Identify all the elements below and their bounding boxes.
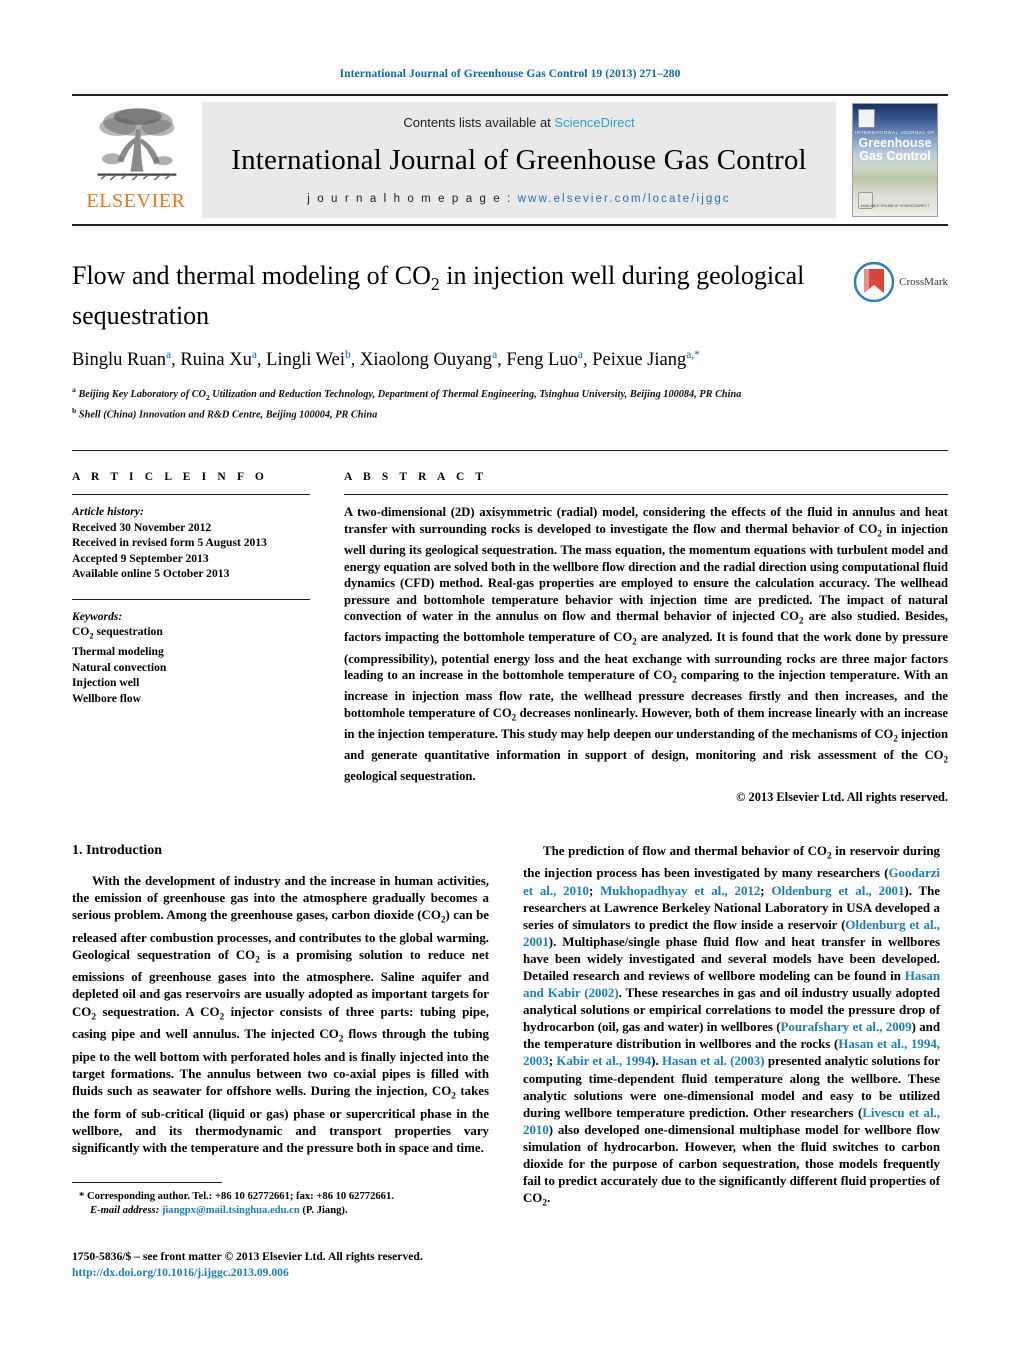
publisher-block: ELSEVIER [72,96,200,224]
article-page: International Journal of Greenhouse Gas … [0,0,1020,1351]
intro-paragraph-right: The prediction of flow and thermal behav… [523,843,941,1209]
keyword-item: Natural convection [72,660,167,674]
cover-kicker: INTERNATIONAL JOURNAL OF [855,130,935,135]
author-list: Binglu Ruana, Ruina Xua, Lingli Weib, Xi… [72,349,700,371]
keyword-item: Thermal modeling [72,645,164,659]
homepage-url-link[interactable]: www.elsevier.com/locate/ijggc [518,193,731,205]
intro-paragraph-left: With the development of industry and the… [72,873,490,1155]
elsevier-wordmark: ELSEVIER [86,190,186,212]
affiliation-a-text: Beijing Key Laboratory of CO2 Utilizatio… [78,388,742,402]
abstract-label: A B S T R A C T [344,471,488,484]
affiliations: a Beijing Key Laboratory of CO2 Utilizat… [72,383,948,422]
crossmark-icon [854,262,895,302]
affiliation-b: b Shell (China) Innovation and R&D Centr… [72,406,378,421]
journal-cover-block: INTERNATIONAL JOURNAL OF Greenhouse Gas … [842,96,948,224]
doi-link[interactable]: http://dx.doi.org/10.1016/j.ijggc.2013.0… [72,1265,532,1281]
email-suffix: (P. Jiang). [299,1204,348,1216]
crossmark-label: CrossMark [899,276,948,288]
issn-line: 1750-5836/$ – see front matter © 2013 El… [72,1250,423,1263]
homepage-prefix: j o u r n a l h o m e p a g e : [307,193,518,205]
title-subscript: 2 [430,274,440,295]
affiliation-a: a Beijing Key Laboratory of CO2 Utilizat… [72,385,742,402]
divider [72,598,310,600]
affiliation-b-text: Shell (China) Innovation and R&D Centre,… [78,409,378,421]
title-area: Flow and thermal modeling of CO2 in inje… [72,260,948,422]
issn-copyright-block: 1750-5836/$ – see front matter © 2013 El… [72,1249,532,1280]
crossmark-badge[interactable]: CrossMark [854,262,948,302]
citation-link[interactable]: Mukhopadhyay et al., 2012 [600,884,760,898]
history-item: Received in revised form 5 August 2013 [72,536,267,550]
citation-link[interactable]: Pourafshary et al., 2009 [781,1020,912,1034]
citation-link[interactable]: Oldenburg et al., 2001 [771,884,904,898]
journal-title: International Journal of Greenhouse Gas … [231,144,807,176]
email-link[interactable]: jiangpx@mail.tsinghua.edu.cn [162,1205,300,1216]
keywords-header: Keywords: [72,609,123,623]
keyword-item: Wellbore flow [72,691,142,705]
cover-badge-icon [858,109,875,128]
footnote-divider [72,1182,222,1183]
journal-masthead: ELSEVIER Contents lists available at Sci… [72,94,948,226]
section-heading-introduction: 1. Introduction [72,842,162,858]
journal-cover-thumbnail: INTERNATIONAL JOURNAL OF Greenhouse Gas … [852,103,938,217]
info-abstract-row: A R T I C L E I N F O Article history: R… [72,450,948,805]
cover-title-line2: Gas Control [859,149,931,163]
running-head: International Journal of Greenhouse Gas … [339,68,681,80]
keywords-block: Keywords: CO2 sequestration Thermal mode… [72,609,310,706]
cover-footer: AVAILABLE ONLINE AT SCIENCEDIRECT [860,204,930,208]
keyword-item: CO2 sequestration [72,625,163,641]
citation-link[interactable]: Hasan et al. (2003) [662,1054,765,1068]
contents-prefix: Contents lists available at [403,115,555,130]
citation-link[interactable]: Livescu et al., 2010 [523,1106,940,1137]
abstract-text: A two-dimensional (2D) axisymmetric (rad… [344,505,949,784]
article-info-label: A R T I C L E I N F O [72,471,268,484]
footnote-block: * Corresponding author. Tel.: +86 10 627… [72,1182,489,1217]
history-item: Available online 5 October 2013 [72,567,230,581]
journal-homepage-line: j o u r n a l h o m e p a g e : www.else… [307,193,730,205]
copyright-line: © 2013 Elsevier Ltd. All rights reserved… [736,789,948,804]
elsevier-tree-logo [97,108,177,181]
citation-link[interactable]: Kabir et al., 1994 [556,1054,651,1068]
email-note: E-mail address: jiangpx@mail.tsinghua.ed… [72,1204,489,1218]
cover-title: Greenhouse Gas Control [853,137,937,163]
contents-available-line: Contents lists available at ScienceDirec… [403,115,634,130]
history-item: Accepted 9 September 2013 [72,551,209,565]
masthead-center: Contents lists available at ScienceDirec… [202,102,836,218]
abstract-column: A B S T R A C T A two-dimensional (2D) a… [344,471,948,805]
keyword-item: Injection well [72,676,140,690]
history-item: Received 30 November 2012 [72,520,212,534]
corresponding-author-note: * Corresponding author. Tel.: +86 10 627… [79,1191,394,1202]
body-right-column: The prediction of flow and thermal behav… [523,843,940,1213]
citation-link[interactable]: Oldenburg et al., 2001 [523,918,940,949]
body-columns: 1. Introduction With the development of … [72,843,948,1213]
article-info-column: A R T I C L E I N F O Article history: R… [72,471,310,805]
divider [344,494,948,496]
divider [72,494,310,496]
body-left-column: 1. Introduction With the development of … [72,843,489,1213]
email-label: E-mail address: [90,1204,160,1216]
page-title: Flow and thermal modeling of CO2 in inje… [72,260,812,331]
article-history-block: Article history: Received 30 November 20… [72,504,310,582]
sciencedirect-link[interactable]: ScienceDirect [554,115,634,130]
title-part-1: Flow and thermal modeling of CO [72,261,431,290]
citation-link[interactable]: Hasan and Kabir (2002) [523,969,940,1000]
article-history-header: Article history: [72,505,144,519]
